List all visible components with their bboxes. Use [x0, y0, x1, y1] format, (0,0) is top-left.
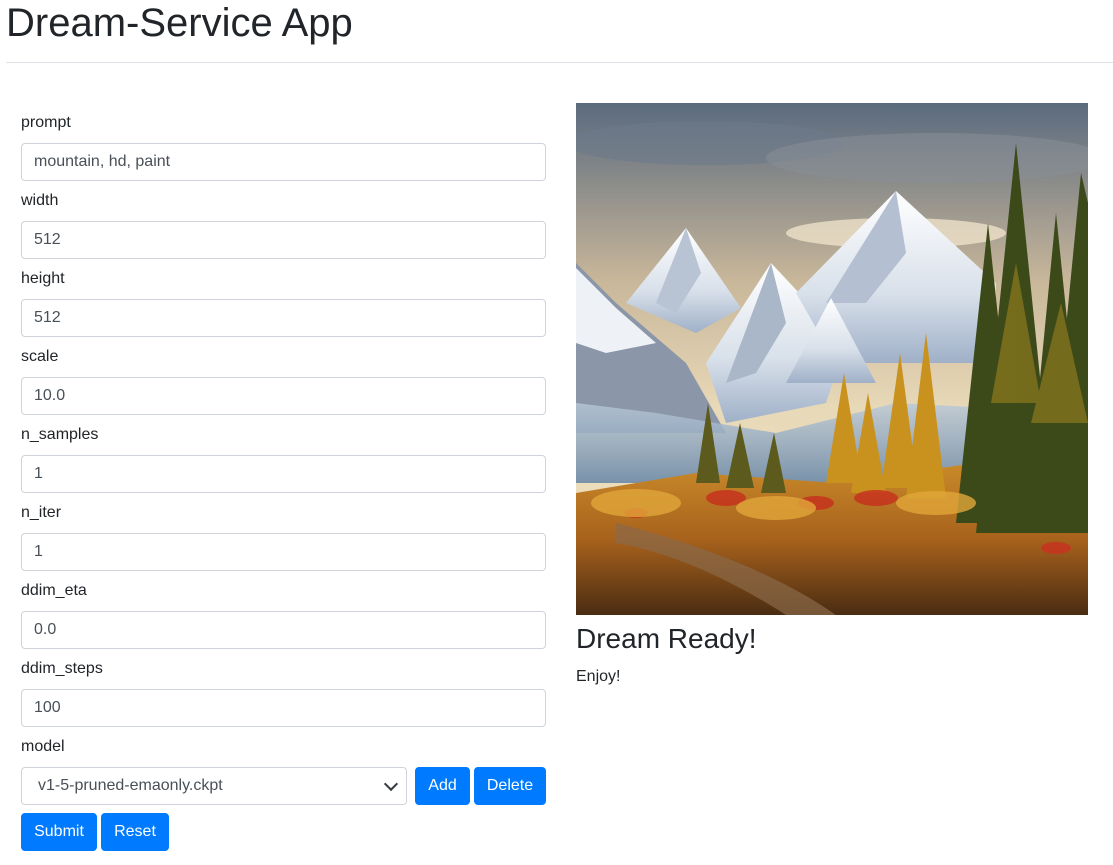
- reset-button[interactable]: Reset: [101, 813, 169, 851]
- field-height: height: [21, 259, 546, 337]
- height-label: height: [21, 270, 65, 287]
- model-label: model: [21, 738, 65, 755]
- n-iter-input[interactable]: [21, 533, 546, 571]
- chevron-down-icon: [383, 776, 399, 792]
- model-row: v1-5-pruned-emaonly.ckpt Add Delete: [21, 767, 546, 805]
- scale-label: scale: [21, 348, 59, 365]
- ddim-eta-input[interactable]: [21, 611, 546, 649]
- header-divider: [6, 62, 1113, 63]
- result-message: Enjoy!: [576, 668, 621, 685]
- width-label: width: [21, 192, 59, 209]
- delete-model-button[interactable]: Delete: [474, 767, 546, 805]
- app-title: Dream-Service App: [6, 1, 353, 45]
- submit-button[interactable]: Submit: [21, 813, 97, 851]
- scale-input[interactable]: [21, 377, 546, 415]
- field-prompt: prompt: [21, 103, 546, 181]
- page: Dream-Service App prompt width height sc…: [0, 0, 1113, 865]
- ddim-steps-input[interactable]: [21, 689, 546, 727]
- n-iter-label: n_iter: [21, 504, 62, 521]
- model-selected-value: v1-5-pruned-emaonly.ckpt: [38, 777, 223, 794]
- width-input[interactable]: [21, 221, 546, 259]
- field-scale: scale: [21, 337, 546, 415]
- prompt-input[interactable]: [21, 143, 546, 181]
- result-heading: Dream Ready!: [576, 623, 757, 654]
- height-input[interactable]: [21, 299, 546, 337]
- model-select[interactable]: v1-5-pruned-emaonly.ckpt: [21, 767, 407, 805]
- generated-image: [576, 103, 1088, 615]
- n-samples-label: n_samples: [21, 426, 99, 443]
- ddim-steps-label: ddim_steps: [21, 660, 103, 677]
- field-width: width: [21, 181, 546, 259]
- add-model-button[interactable]: Add: [415, 767, 470, 805]
- n-samples-input[interactable]: [21, 455, 546, 493]
- ddim-eta-label: ddim_eta: [21, 582, 87, 599]
- field-ddim-eta: ddim_eta: [21, 571, 546, 649]
- field-n-iter: n_iter: [21, 493, 546, 571]
- field-ddim-steps: ddim_steps: [21, 649, 546, 727]
- field-n-samples: n_samples: [21, 415, 546, 493]
- result-panel: [576, 103, 1088, 615]
- dream-form: prompt width height scale n_samples n_it…: [21, 103, 546, 727]
- prompt-label: prompt: [21, 114, 71, 131]
